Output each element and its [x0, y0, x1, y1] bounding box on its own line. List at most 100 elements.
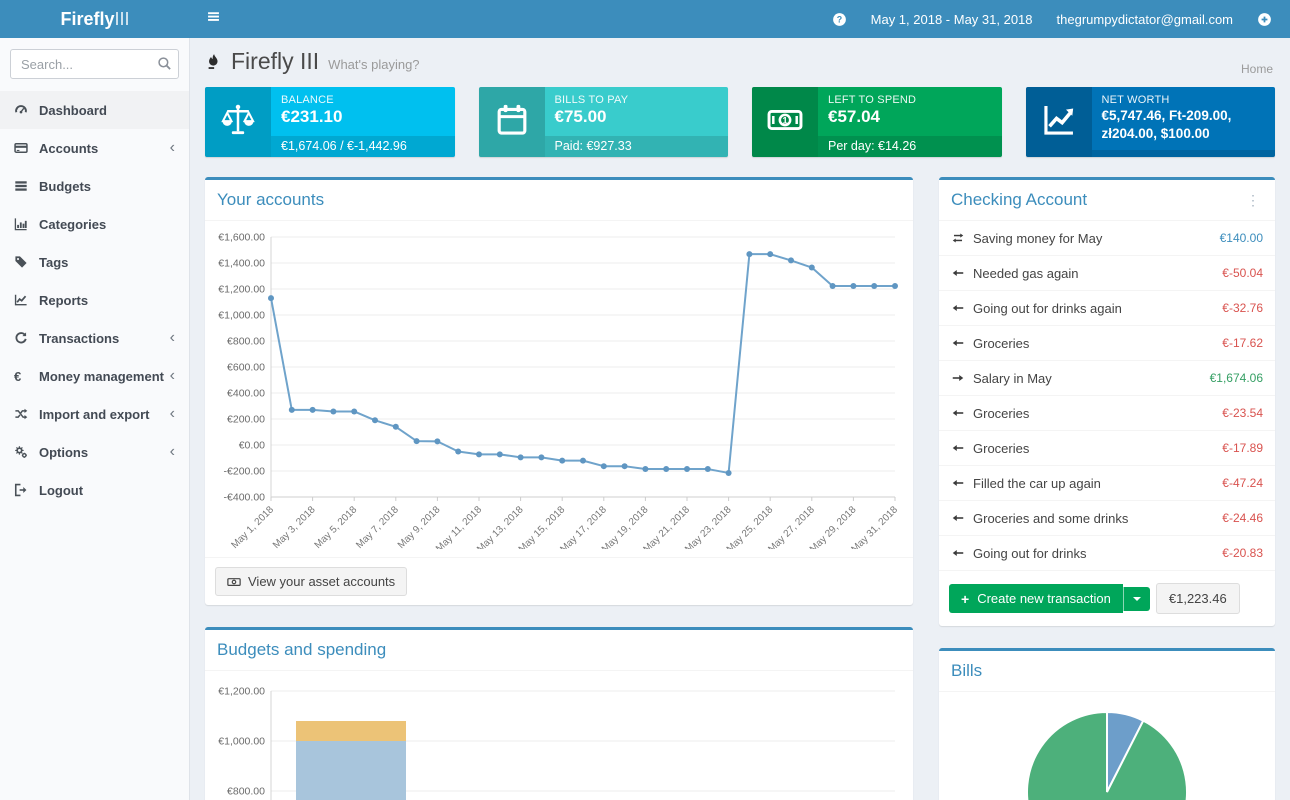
info-box-value: €231.10: [281, 107, 445, 127]
money-icon: [227, 575, 241, 589]
sidebar-item-categories[interactable]: Categories: [0, 205, 189, 243]
chevron-left-icon: ‹: [170, 368, 175, 384]
svg-text:May 7, 2018: May 7, 2018: [354, 504, 401, 549]
transaction-description[interactable]: Going out for drinks: [973, 546, 1086, 561]
create-transaction-dropdown[interactable]: [1123, 587, 1150, 611]
transaction-row[interactable]: Salary in May €1,674.06: [939, 361, 1275, 396]
sidebar-item-label: Money management: [39, 369, 164, 384]
svg-text:May 3, 2018: May 3, 2018: [271, 504, 318, 549]
content-header: Firefly III What's playing? Home: [190, 38, 1290, 79]
info-box-bills-to-pay: BILLS TO PAY €75.00 Paid: €927.33: [479, 87, 729, 157]
date-range-selector[interactable]: May 1, 2018 - May 31, 2018: [871, 12, 1033, 27]
sidebar-item-label: Options: [39, 445, 88, 460]
sidebar-item-label: Tags: [39, 255, 68, 270]
sidebar-item-budgets[interactable]: Budgets: [0, 167, 189, 205]
sidebar-item-transactions[interactable]: Transactions ‹: [0, 319, 189, 357]
info-box-label: BILLS TO PAY: [555, 94, 719, 106]
euro-icon: €: [14, 369, 39, 384]
view-asset-accounts-label: View your asset accounts: [248, 574, 395, 589]
checking-account-header: Checking Account ⋮: [939, 180, 1275, 221]
info-box-value: €5,747.46, Ft-209.00, zł204.00, $100.00: [1102, 107, 1266, 142]
your-accounts-panel: Your accounts €1,600.00€1,400.00€1,200.0…: [205, 177, 913, 605]
accounts-line-chart: €1,600.00€1,400.00€1,200.00€1,000.00€800…: [215, 229, 903, 549]
sidebar-item-label: Budgets: [39, 179, 91, 194]
bills-panel: Bills: [939, 648, 1275, 800]
transaction-amount: €-17.62: [1222, 336, 1263, 350]
sidebar-item-label: Categories: [39, 217, 106, 232]
transaction-description[interactable]: Groceries and some drinks: [973, 511, 1128, 526]
money-icon: 1: [767, 102, 803, 143]
sidebar-item-reports[interactable]: Reports: [0, 281, 189, 319]
transaction-row[interactable]: Groceries €-17.62: [939, 326, 1275, 361]
arrow-left-icon: [951, 301, 973, 315]
arrow-left-icon: [951, 406, 973, 420]
transaction-amount: €-17.89: [1222, 441, 1263, 455]
user-email-menu[interactable]: thegrumpydictator@gmail.com: [1057, 12, 1233, 27]
transaction-description[interactable]: Saving money for May: [973, 231, 1102, 246]
transaction-description[interactable]: Groceries: [973, 336, 1029, 351]
arrow-left-icon: [951, 546, 973, 560]
chevron-left-icon: ‹: [170, 406, 175, 422]
transaction-description[interactable]: Groceries: [973, 441, 1029, 456]
transaction-row[interactable]: Going out for drinks €-20.83: [939, 536, 1275, 571]
sidebar-toggle-button[interactable]: [190, 0, 236, 38]
tasks-icon: [14, 179, 39, 193]
sidebar-item-money-management[interactable]: € Money management ‹: [0, 357, 189, 395]
account-balance-chip[interactable]: €1,223.46: [1156, 583, 1240, 614]
info-box-icon-area: 1: [752, 87, 818, 157]
transfer-icon: [951, 231, 973, 245]
svg-text:May 1, 2018: May 1, 2018: [229, 504, 276, 549]
breadcrumb-home[interactable]: Home: [1241, 62, 1273, 76]
create-transaction-button[interactable]: + Create new transaction: [949, 584, 1123, 613]
transaction-row[interactable]: Groceries €-17.89: [939, 431, 1275, 466]
transaction-row[interactable]: Filled the car up again €-47.24: [939, 466, 1275, 501]
arrow-left-icon: [951, 441, 973, 455]
transaction-row[interactable]: Going out for drinks again €-32.76: [939, 291, 1275, 326]
quick-create-button[interactable]: [1257, 12, 1272, 27]
svg-text:€1,200.00: €1,200.00: [218, 284, 265, 296]
sidebar-item-label: Transactions: [39, 331, 119, 346]
view-asset-accounts-button[interactable]: View your asset accounts: [215, 567, 407, 596]
calendar-icon: [494, 102, 530, 143]
sidebar-item-import-export[interactable]: Import and export ‹: [0, 395, 189, 433]
transaction-description[interactable]: Salary in May: [973, 371, 1052, 386]
transaction-description[interactable]: Filled the car up again: [973, 476, 1101, 491]
checking-account-panel: Checking Account ⋮ Saving money for May …: [939, 177, 1275, 626]
sidebar-item-options[interactable]: Options ‹: [0, 433, 189, 471]
sidebar-item-dashboard[interactable]: Dashboard: [0, 91, 189, 129]
search-icon[interactable]: [157, 56, 172, 71]
sidebar-menu: Dashboard Accounts ‹ Budgets Categories …: [0, 91, 189, 509]
sidebar: Dashboard Accounts ‹ Budgets Categories …: [0, 38, 190, 800]
question-circle-icon: ?: [832, 12, 847, 27]
info-box-footer: €1,674.06 / €-1,442.96: [271, 136, 455, 157]
brand-logo[interactable]: FireflyIII: [0, 0, 190, 38]
sign-out-icon: [14, 483, 39, 497]
chevron-left-icon: ‹: [170, 140, 175, 156]
info-box-footer: Per day: €14.26: [818, 136, 1002, 157]
svg-text:€1,000.00: €1,000.00: [218, 310, 265, 322]
svg-text:€800.00: €800.00: [227, 336, 265, 348]
kebab-menu-icon[interactable]: ⋮: [1243, 193, 1263, 207]
transaction-description[interactable]: Needed gas again: [973, 266, 1079, 281]
budgets-header: Budgets and spending: [205, 630, 913, 671]
info-box-balance: BALANCE €231.10 €1,674.06 / €-1,442.96: [205, 87, 455, 157]
transaction-row[interactable]: Groceries and some drinks €-24.46: [939, 501, 1275, 536]
transaction-row[interactable]: Needed gas again €-50.04: [939, 256, 1275, 291]
sidebar-item-logout[interactable]: Logout: [0, 471, 189, 509]
balance-scale-icon: [220, 102, 256, 143]
plus-icon: +: [961, 592, 969, 606]
transaction-description[interactable]: Groceries: [973, 406, 1029, 421]
transaction-description[interactable]: Going out for drinks again: [973, 301, 1122, 316]
help-button[interactable]: ?: [832, 12, 847, 27]
chevron-left-icon: ‹: [170, 330, 175, 346]
transaction-row[interactable]: Saving money for May €140.00: [939, 221, 1275, 256]
page-subtitle: What's playing?: [328, 57, 419, 72]
arrow-left-icon: [951, 266, 973, 280]
caret-down-icon: [1133, 597, 1141, 601]
sidebar-item-tags[interactable]: Tags: [0, 243, 189, 281]
transaction-row[interactable]: Groceries €-23.54: [939, 396, 1275, 431]
sidebar-item-accounts[interactable]: Accounts ‹: [0, 129, 189, 167]
svg-text:€200.00: €200.00: [227, 414, 265, 426]
budgets-bar-chart: €1,200.00€1,000.00€800.00€600.00€400.00€…: [215, 679, 903, 800]
search-input[interactable]: [10, 49, 179, 79]
